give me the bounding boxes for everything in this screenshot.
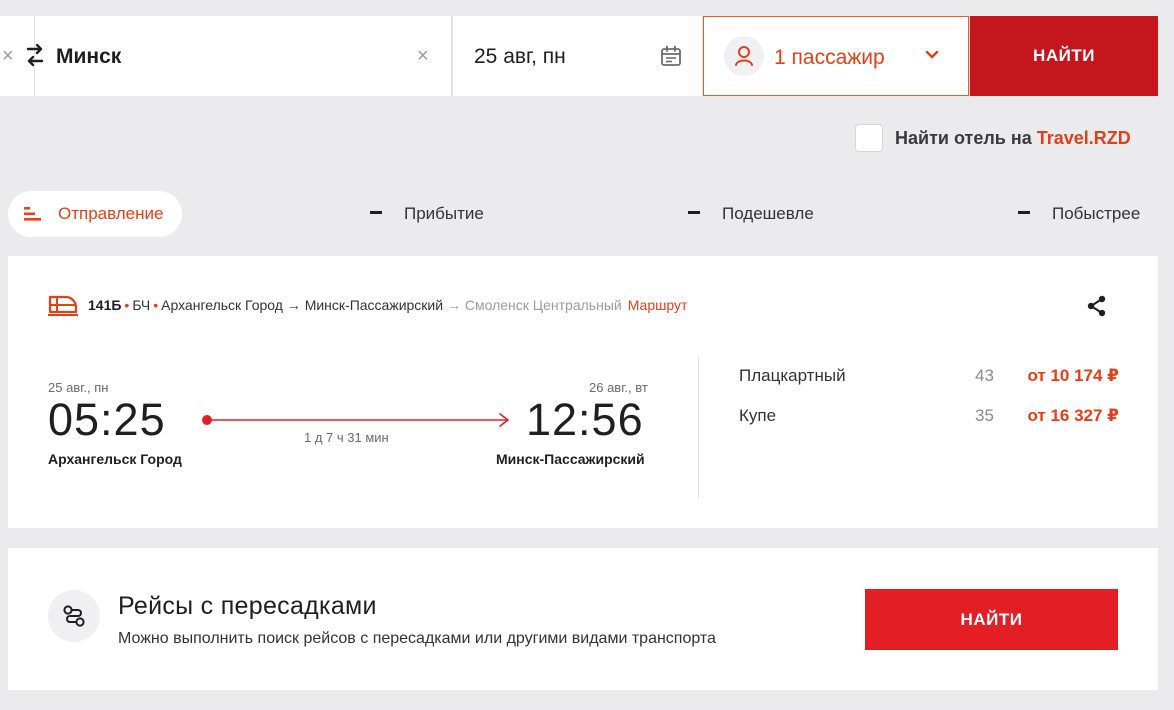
- sort-tab-faster[interactable]: Побыстрее: [1018, 191, 1140, 237]
- journey-arrow: [202, 413, 509, 427]
- share-icon[interactable]: [1086, 295, 1108, 317]
- passengers-select[interactable]: 1 пассажир: [703, 16, 969, 96]
- sort-tab-departure-label: Отправление: [58, 204, 164, 223]
- card-divider: [698, 356, 699, 498]
- arrival-date: 26 авг., вт: [589, 380, 648, 395]
- transfers-subtitle: Можно выполнить поиск рейсов с пересадка…: [118, 630, 716, 647]
- departure-station: Архангельск Город: [48, 451, 182, 467]
- search-bar: × Минск × 25 авг, пн 1 пассажир НАЙТИ: [0, 16, 1158, 96]
- hotel-label: Найти отель на Travel.RZD: [895, 128, 1131, 148]
- clear-destination-icon[interactable]: ×: [417, 44, 429, 68]
- sort-ascending-icon: [24, 207, 41, 221]
- travel-duration: 1 д 7 ч 31 мин: [304, 430, 389, 445]
- person-icon: [735, 46, 753, 66]
- fare-seats: 43: [975, 366, 994, 385]
- fare-class: Купе: [739, 406, 777, 425]
- departure-date: 25 авг., пн: [48, 380, 109, 395]
- dash-icon: [370, 211, 382, 215]
- sort-tab-arrival-label: Прибытие: [404, 204, 484, 223]
- sort-tab-faster-label: Побыстрее: [1052, 204, 1141, 223]
- transfers-card: Рейсы с пересадками Можно выполнить поис…: [8, 548, 1158, 690]
- swap-direction-icon[interactable]: [24, 40, 46, 72]
- fare-seats: 35: [975, 406, 994, 425]
- route-from: Архангельск Город: [161, 297, 283, 313]
- passenger-avatar: [724, 36, 764, 76]
- route-final: Смоленск Центральный: [464, 297, 622, 313]
- route-link[interactable]: Маршрут: [628, 297, 688, 313]
- transfers-title: Рейсы с пересадками: [118, 592, 377, 620]
- passengers-value: 1 пассажир: [774, 46, 885, 69]
- sort-tab-departure[interactable]: Отправление: [8, 191, 182, 237]
- route-transfer-icon: [63, 605, 85, 627]
- calendar-icon[interactable]: [659, 44, 683, 68]
- dash-icon: [688, 211, 700, 215]
- sort-tab-cheaper-label: Подешевле: [722, 204, 814, 223]
- chevron-down-icon[interactable]: [925, 50, 939, 60]
- sort-tab-arrival[interactable]: Прибытие: [370, 191, 484, 237]
- train-carrier: БЧ: [132, 297, 151, 313]
- train-card[interactable]: 141Б • БЧ • Архангельск Город → Минск-Пассаж…: [8, 256, 1158, 528]
- destination-input[interactable]: Минск: [56, 44, 121, 70]
- fare-price[interactable]: от 10 174 ₽: [1027, 366, 1119, 386]
- destination-field[interactable]: × Минск ×: [0, 16, 452, 96]
- departure-time: 05:25: [48, 394, 166, 445]
- search-find-button[interactable]: НАЙТИ: [970, 16, 1158, 96]
- fare-row-platzkart[interactable]: Плацкартный 43 от 10 174 ₽: [739, 366, 1119, 390]
- date-field[interactable]: 25 авг, пн: [453, 16, 702, 96]
- dash-icon: [1018, 211, 1030, 215]
- fare-price[interactable]: от 16 327 ₽: [1027, 406, 1119, 426]
- transfers-find-button[interactable]: НАЙТИ: [865, 589, 1118, 650]
- transfers-icon-wrap: [48, 590, 100, 642]
- hotel-checkbox[interactable]: [855, 124, 883, 152]
- fare-row-kupe[interactable]: Купе 35 от 16 327 ₽: [739, 406, 1119, 430]
- sort-tabs: Отправление Прибытие Подешевле Побыстрее: [8, 191, 1158, 237]
- hotel-brand-link[interactable]: Travel.RZD: [1037, 128, 1131, 148]
- train-icon: [48, 295, 78, 316]
- route-to: Минск-Пассажирский: [304, 297, 444, 313]
- clear-origin-icon[interactable]: ×: [2, 44, 14, 68]
- arrival-time: 12:56: [526, 394, 644, 445]
- train-number: 141Б: [88, 297, 122, 313]
- date-input[interactable]: 25 авг, пн: [474, 44, 566, 70]
- sort-tab-cheaper[interactable]: Подешевле: [688, 191, 814, 237]
- arrival-station: Минск-Пассажирский: [496, 451, 645, 467]
- fare-class: Плацкартный: [739, 366, 846, 385]
